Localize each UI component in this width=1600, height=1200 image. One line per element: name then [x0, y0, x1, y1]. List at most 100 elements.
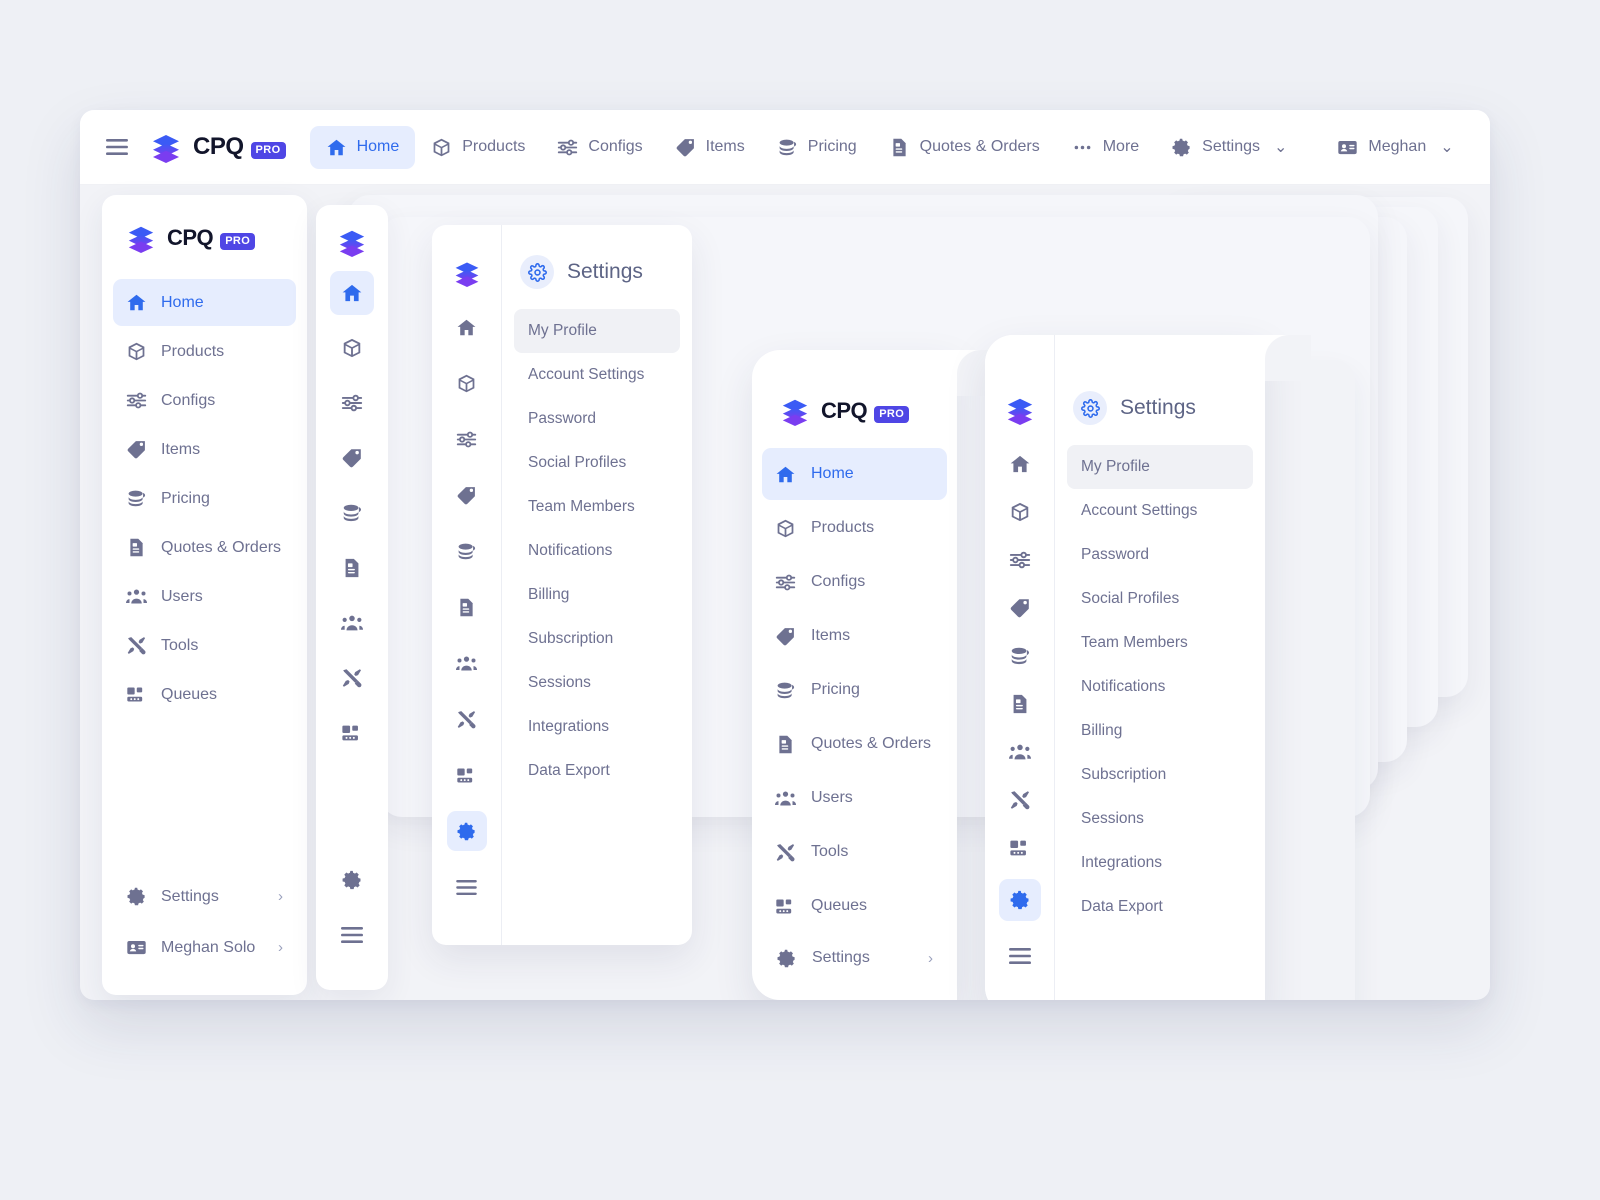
users-icon	[456, 653, 477, 674]
layers-logo-icon[interactable]	[337, 227, 367, 257]
app-logo[interactable]: CPQ PRO	[150, 131, 286, 163]
topnav-item-user[interactable]: Meghan ⌄	[1321, 126, 1469, 169]
mobile-logo[interactable]: CPQ PRO	[752, 396, 957, 426]
settings-item-social-profiles[interactable]: Social Profiles	[514, 441, 680, 485]
topnav-item-more[interactable]: More	[1056, 126, 1155, 169]
gear-icon	[1171, 137, 1192, 158]
mobile-settings-rail-item-quotes-orders[interactable]	[999, 687, 1041, 721]
mobile-settings-item-team-members[interactable]: Team Members	[1067, 621, 1253, 665]
mobile-settings-rail-item-pricing[interactable]	[999, 639, 1041, 673]
topnav-item-home[interactable]: Home	[309, 125, 416, 169]
settings-item-notifications[interactable]: Notifications	[514, 529, 680, 573]
settings-item-team-members[interactable]: Team Members	[514, 485, 680, 529]
mobile-item-users[interactable]: Users	[762, 772, 947, 824]
sidebar-item-user[interactable]: Meghan Solo ›	[113, 924, 296, 971]
box-icon	[456, 373, 477, 394]
rail-item-products[interactable]	[330, 326, 374, 370]
drawer-rail-item-menu[interactable]	[447, 867, 487, 907]
mobile-settings-rail-item-queues[interactable]	[999, 831, 1041, 865]
mobile-item-quotes-orders[interactable]: Quotes & Orders	[762, 718, 947, 770]
home-icon	[775, 464, 796, 485]
rail-item-settings[interactable]	[330, 858, 374, 902]
layers-logo-icon[interactable]	[453, 259, 481, 287]
settings-item-data-export[interactable]: Data Export	[514, 749, 680, 793]
rail-item-tools[interactable]	[330, 656, 374, 700]
topnav-item-settings[interactable]: Settings ⌄	[1155, 126, 1303, 169]
mobile-settings-rail-item-configs[interactable]	[999, 543, 1041, 577]
mobile-settings-item-my-profile[interactable]: My Profile	[1067, 445, 1253, 489]
settings-item-password[interactable]: Password	[514, 397, 680, 441]
mobile-item-products[interactable]: Products	[762, 502, 947, 554]
drawer-rail-item-quotes-orders[interactable]	[447, 587, 487, 627]
settings-item-subscription[interactable]: Subscription	[514, 617, 680, 661]
sidebar-item-configs[interactable]: Configs	[113, 377, 296, 424]
mobile-item-items[interactable]: Items	[762, 610, 947, 662]
sidebar-item-pricing[interactable]: Pricing	[113, 475, 296, 522]
settings-item-sessions[interactable]: Sessions	[514, 661, 680, 705]
mobile-settings-rail-item-menu[interactable]	[999, 935, 1041, 977]
drawer-rail-item-queues[interactable]	[447, 755, 487, 795]
mobile-item-home[interactable]: Home	[762, 448, 947, 500]
mobile-settings-item-password[interactable]: Password	[1067, 533, 1253, 577]
mobile-settings-rail-item-items[interactable]	[999, 591, 1041, 625]
topnav-item-quotes-orders[interactable]: Quotes & Orders	[873, 126, 1056, 169]
mobile-settings-item-social-profiles[interactable]: Social Profiles	[1067, 577, 1253, 621]
sidebar-item-queues[interactable]: Queues	[113, 671, 296, 718]
rail-item-pricing[interactable]	[330, 491, 374, 535]
settings-item-billing[interactable]: Billing	[514, 573, 680, 617]
mobile-item-configs[interactable]: Configs	[762, 556, 947, 608]
settings-drawer-title: Settings	[567, 260, 643, 283]
rail-item-users[interactable]	[330, 601, 374, 645]
settings-item-integrations[interactable]: Integrations	[514, 705, 680, 749]
mobile-settings-item-integrations[interactable]: Integrations	[1067, 841, 1253, 885]
sidebar-logo[interactable]: CPQ PRO	[102, 223, 307, 253]
mobile-item-user[interactable]: Meghan Solo ›	[763, 988, 946, 1000]
drawer-rail-item-products[interactable]	[447, 363, 487, 403]
rail-item-items[interactable]	[330, 436, 374, 480]
drawer-rail-item-tools[interactable]	[447, 699, 487, 739]
sidebar-item-home[interactable]: Home	[113, 279, 296, 326]
sidebar-item-settings[interactable]: Settings ›	[113, 873, 296, 920]
rail-item-quotes-orders[interactable]	[330, 546, 374, 590]
mobile-settings-rail-item-settings[interactable]	[998, 879, 1041, 921]
mobile-settings-rail-item-users[interactable]	[999, 735, 1041, 769]
settings-item-my-profile[interactable]: My Profile	[514, 309, 680, 353]
topnav-item-configs[interactable]: Configs	[541, 126, 658, 169]
mobile-settings-item-data-export[interactable]: Data Export	[1067, 885, 1253, 929]
mobile-settings-item-notifications[interactable]: Notifications	[1067, 665, 1253, 709]
mobile-settings-item-account-settings[interactable]: Account Settings	[1067, 489, 1253, 533]
mobile-item-pricing[interactable]: Pricing	[762, 664, 947, 716]
settings-item-account-settings[interactable]: Account Settings	[514, 353, 680, 397]
drawer-rail-item-home[interactable]	[447, 307, 487, 347]
drawer-rail-item-items[interactable]	[447, 475, 487, 515]
sidebar-item-tools[interactable]: Tools	[113, 622, 296, 669]
mobile-settings-item-subscription[interactable]: Subscription	[1067, 753, 1253, 797]
drawer-rail-item-pricing[interactable]	[447, 531, 487, 571]
topnav-item-products[interactable]: Products	[415, 126, 541, 169]
topnav-item-items[interactable]: Items	[659, 126, 761, 169]
drawer-rail-item-users[interactable]	[447, 643, 487, 683]
mobile-settings-rail-item-products[interactable]	[999, 495, 1041, 529]
mobile-item-settings[interactable]: Settings ›	[763, 932, 946, 984]
sidebar-item-users[interactable]: Users	[113, 573, 296, 620]
mobile-settings-rail-item-tools[interactable]	[999, 783, 1041, 817]
mobile-settings-rail-item-home[interactable]	[999, 447, 1041, 481]
rail-item-queues[interactable]	[330, 711, 374, 755]
sidebar-item-items[interactable]: Items	[113, 426, 296, 473]
sidebar-label-configs: Configs	[161, 391, 216, 409]
topnav-label-home: Home	[356, 138, 400, 155]
mobile-item-tools[interactable]: Tools	[762, 826, 947, 878]
mobile-settings-item-billing[interactable]: Billing	[1067, 709, 1253, 753]
rail-item-configs[interactable]	[330, 381, 374, 425]
drawer-rail-item-settings[interactable]	[446, 811, 487, 851]
layers-logo-icon[interactable]	[1005, 395, 1035, 425]
rail-item-menu[interactable]	[330, 913, 374, 957]
drawer-rail-item-configs[interactable]	[447, 419, 487, 459]
mobile-settings-item-sessions[interactable]: Sessions	[1067, 797, 1253, 841]
sidebar-item-quotes-orders[interactable]: Quotes & Orders	[113, 524, 296, 571]
rail-item-home[interactable]	[330, 271, 374, 315]
hamburger-icon[interactable]	[106, 132, 128, 162]
mobile-item-queues[interactable]: Queues	[762, 880, 947, 932]
topnav-item-pricing[interactable]: Pricing	[761, 126, 873, 169]
sidebar-item-products[interactable]: Products	[113, 328, 296, 375]
